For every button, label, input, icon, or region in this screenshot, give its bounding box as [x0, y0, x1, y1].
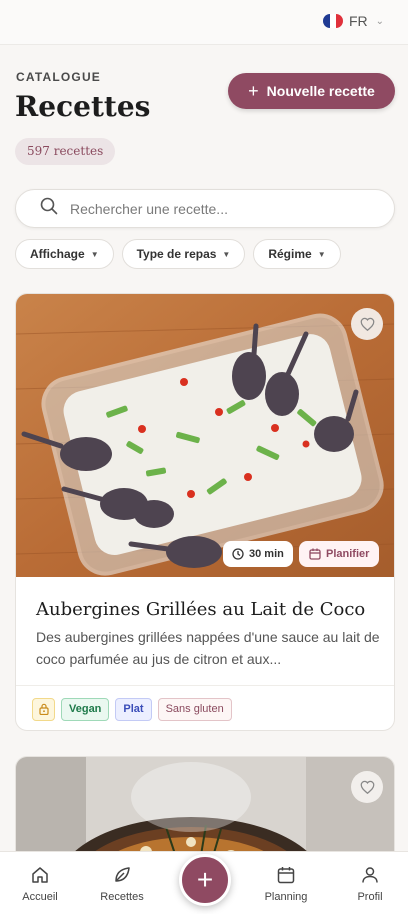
filter-display[interactable]: Affichage ▼ — [15, 239, 114, 269]
nav-item-recipes[interactable]: Recettes — [92, 865, 152, 903]
filter-label: Affichage — [30, 247, 85, 261]
plus-icon: + — [248, 81, 259, 101]
recipe-tags: Vegan Plat Sans gluten — [16, 685, 394, 730]
search-input[interactable] — [70, 200, 360, 217]
filter-label: Type de repas — [136, 247, 217, 261]
language-selector[interactable]: FR ⌄ — [322, 13, 384, 29]
home-icon — [32, 867, 48, 883]
chevron-down-icon: ▼ — [222, 249, 231, 259]
add-recipe-fab[interactable]: + — [179, 854, 231, 906]
top-bar: FR ⌄ — [0, 0, 408, 45]
new-recipe-button[interactable]: + Nouvelle recette — [228, 73, 395, 109]
cook-time-chip: 30 min — [223, 541, 293, 567]
tag-meal-type: Plat — [115, 697, 152, 721]
language-code: FR — [348, 13, 368, 29]
plus-icon: + — [196, 864, 214, 895]
recipe-photo: 30 min Planifier — [16, 294, 394, 577]
recipe-count-badge: 597 recettes — [15, 138, 116, 165]
leaf-icon — [115, 867, 130, 882]
heart-icon — [360, 317, 374, 331]
chevron-down-icon: ▼ — [90, 249, 99, 259]
page-title: Recettes — [15, 90, 151, 123]
nav-label: Recettes — [100, 891, 144, 903]
french-flag-icon — [322, 14, 343, 28]
user-icon — [362, 867, 378, 883]
plan-button[interactable]: Planifier — [299, 541, 380, 567]
nav-label: Planning — [264, 891, 308, 903]
plan-label: Planifier — [326, 548, 370, 560]
nav-item-home[interactable]: Accueil — [10, 865, 70, 903]
filter-bar: Affichage ▼ Type de repas ▼ Régime ▼ — [15, 239, 341, 269]
favorite-button[interactable] — [351, 771, 383, 803]
chevron-down-icon: ⌄ — [375, 15, 384, 27]
filter-label: Régime — [268, 247, 312, 261]
tag-vegan: Vegan — [61, 697, 110, 721]
calendar-icon — [277, 867, 295, 884]
heart-icon — [360, 780, 374, 794]
recipe-description: Des aubergines grillées nappées d'une sa… — [36, 629, 380, 667]
favorite-button[interactable] — [351, 308, 383, 340]
section-eyebrow: CATALOGUE — [16, 70, 102, 84]
chevron-down-icon: ▼ — [317, 249, 326, 259]
filter-meal-type[interactable]: Type de repas ▼ — [121, 239, 246, 269]
nav-label: Profil — [357, 891, 383, 903]
nav-item-profile[interactable]: Profil — [340, 865, 400, 903]
calendar-icon — [309, 548, 321, 560]
lock-icon — [32, 697, 55, 721]
clock-icon — [232, 548, 244, 560]
recipe-card[interactable]: 30 min Planifier Aubergines Grillées au … — [15, 293, 395, 731]
recipe-title[interactable]: Aubergines Grillées au Lait de Coco — [36, 599, 365, 620]
tag-gluten-free: Sans gluten — [157, 697, 232, 721]
search-bar[interactable] — [15, 189, 395, 228]
new-recipe-label: Nouvelle recette — [266, 83, 375, 99]
nav-label: Accueil — [22, 891, 58, 903]
filter-diet[interactable]: Régime ▼ — [253, 239, 341, 269]
cook-time: 30 min — [249, 548, 284, 560]
nav-item-planning[interactable]: Planning — [256, 865, 316, 903]
search-icon — [40, 197, 58, 220]
